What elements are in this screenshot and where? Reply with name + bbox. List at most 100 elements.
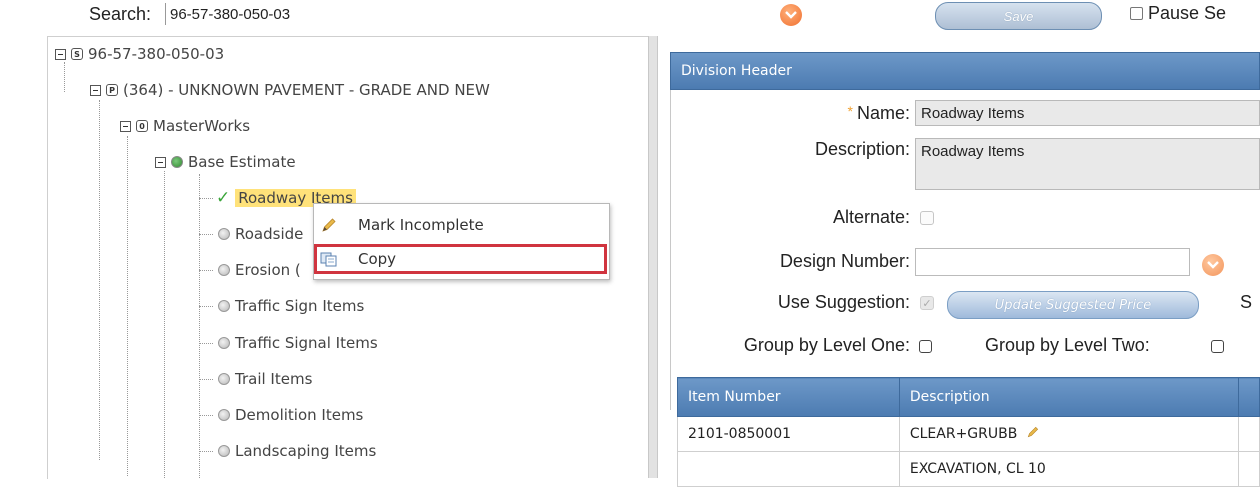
update-suggested-price-button[interactable]: Update Suggested Price: [947, 291, 1199, 319]
tree-connector: [199, 198, 213, 199]
collapse-icon[interactable]: [155, 156, 166, 168]
description-label: Description:: [814, 139, 910, 159]
tree-node-label: Demolition Items: [235, 406, 364, 424]
tree-connector: [199, 174, 200, 478]
tree-node-demolition-items[interactable]: Demolition Items: [218, 406, 363, 424]
tree-node-label: 96-57-380-050-03: [88, 45, 225, 63]
top-toolbar: Search: Save Pause Se: [0, 0, 1260, 30]
table-header-row: Item Number Description: [677, 377, 1260, 417]
table-cell-description[interactable]: EXCAVATION, CL 10: [898, 451, 1239, 487]
design-number-label: Design Number:: [779, 251, 910, 271]
group-level-one-checkbox[interactable]: [919, 340, 932, 353]
table-cell-extra: [1237, 451, 1260, 487]
division-header-bar: Division Header: [670, 52, 1260, 90]
panel-splitter[interactable]: [648, 36, 658, 478]
required-asterisk-icon: *: [847, 103, 853, 119]
workbook-badge-icon: 0: [136, 120, 148, 132]
table-cell-item-number[interactable]: [677, 451, 900, 487]
tree-node-base-estimate[interactable]: Base Estimate: [155, 153, 296, 171]
tree-node-traffic-sign-items[interactable]: Traffic Sign Items: [218, 297, 364, 315]
check-icon: ✓: [216, 188, 231, 208]
status-grey-icon: [218, 228, 230, 240]
tree-node-project[interactable]: P (364) - UNKNOWN PAVEMENT - GRADE AND N…: [90, 81, 490, 99]
table-row[interactable]: EXCAVATION, CL 10: [677, 451, 1260, 487]
chevron-down-icon[interactable]: [1202, 254, 1224, 276]
search-label: Search:: [89, 4, 152, 24]
tree-node-trail-items[interactable]: Trail Items: [218, 370, 312, 388]
tree-connector: [99, 100, 100, 460]
column-header-description[interactable]: Description: [898, 377, 1239, 417]
column-header-extra: [1237, 377, 1260, 417]
tree-node-root[interactable]: S 96-57-380-050-03: [55, 45, 224, 63]
alternate-checkbox[interactable]: [920, 211, 934, 225]
name-input[interactable]: Roadway Items: [915, 100, 1260, 126]
group-level-two-label: Group by Level Two:: [985, 335, 1150, 355]
collapse-icon[interactable]: [55, 48, 66, 60]
tree-connector: [199, 451, 213, 452]
copy-icon: [314, 251, 344, 267]
tree-connector: [199, 270, 213, 271]
tree-connector: [199, 379, 213, 380]
tree-node-masterworks[interactable]: 0 MasterWorks: [120, 117, 250, 135]
tree-connector: [199, 234, 213, 235]
column-header-item-number[interactable]: Item Number: [677, 377, 900, 417]
table-cell-extra: [1237, 416, 1260, 452]
menu-item-mark-incomplete[interactable]: Mark Incomplete: [314, 210, 607, 240]
table-cell-item-number[interactable]: 2101-0850001: [677, 416, 900, 452]
status-green-icon: [171, 156, 183, 168]
tree-node-label: Trail Items: [235, 370, 313, 388]
menu-item-label: Copy: [358, 250, 397, 268]
tree-node-label: MasterWorks: [153, 117, 251, 135]
menu-item-copy[interactable]: Copy: [314, 244, 607, 274]
name-label: * Name:: [847, 103, 910, 123]
context-menu: Mark Incomplete Copy: [313, 203, 610, 280]
truncated-label: S: [1240, 292, 1253, 312]
pause-toggle[interactable]: Pause Se: [1130, 3, 1226, 24]
use-suggestion-label: Use Suggestion:: [777, 292, 910, 312]
description-text: CLEAR+GRUBB: [909, 426, 1018, 442]
tree-node-label: Landscaping Items: [235, 442, 377, 460]
tree-node-roadside[interactable]: Roadside: [218, 225, 303, 243]
pause-checkbox[interactable]: [1130, 7, 1143, 20]
description-textarea[interactable]: Roadway Items: [915, 138, 1260, 190]
alternate-label: Alternate:: [832, 207, 910, 227]
table-row[interactable]: 2101-0850001 CLEAR+GRUBB: [677, 416, 1260, 452]
menu-item-label: Mark Incomplete: [358, 216, 484, 234]
tree-node-erosion[interactable]: Erosion (: [218, 261, 301, 279]
tree-node-label: Base Estimate: [188, 153, 296, 171]
group-level-two-checkbox[interactable]: [1211, 340, 1224, 353]
edit-pencil-icon[interactable]: [1026, 425, 1040, 443]
tree-node-traffic-signal-items[interactable]: Traffic Signal Items: [218, 334, 378, 352]
status-grey-icon: [218, 337, 230, 349]
items-table: Item Number Description 2101-0850001 CLE…: [677, 377, 1260, 487]
status-grey-icon: [218, 264, 230, 276]
tree-connector: [199, 415, 213, 416]
group-level-one-label: Group by Level One:: [743, 335, 910, 355]
tree-node-label: Traffic Sign Items: [235, 297, 365, 315]
status-grey-icon: [218, 409, 230, 421]
pause-label: Pause Se: [1148, 3, 1227, 23]
tree-node-landscaping-items[interactable]: Landscaping Items: [218, 442, 376, 460]
tree-connector: [64, 62, 65, 92]
status-grey-icon: [218, 373, 230, 385]
use-suggestion-checkbox[interactable]: ✓: [920, 296, 934, 310]
tree-node-label: Traffic Signal Items: [235, 334, 378, 352]
design-number-input[interactable]: [915, 248, 1190, 276]
tree-node-label: (364) - UNKNOWN PAVEMENT - GRADE AND NEW: [123, 81, 490, 99]
search-input[interactable]: [165, 3, 764, 25]
table-cell-description[interactable]: CLEAR+GRUBB: [898, 416, 1239, 452]
collapse-icon[interactable]: [120, 120, 131, 132]
status-grey-icon: [218, 445, 230, 457]
tree-node-label: Erosion (: [235, 261, 301, 279]
section-badge-icon: S: [71, 48, 83, 60]
tree-node-label: Roadside: [235, 225, 304, 243]
tree-connector: [127, 136, 128, 476]
pencil-icon: [314, 216, 344, 234]
status-grey-icon: [218, 300, 230, 312]
collapse-icon[interactable]: [90, 84, 101, 96]
tree-connector: [199, 343, 213, 344]
tree-connector: [164, 171, 165, 478]
chevron-down-icon[interactable]: [780, 4, 802, 26]
save-button[interactable]: Save: [935, 2, 1102, 30]
project-badge-icon: P: [106, 84, 118, 96]
